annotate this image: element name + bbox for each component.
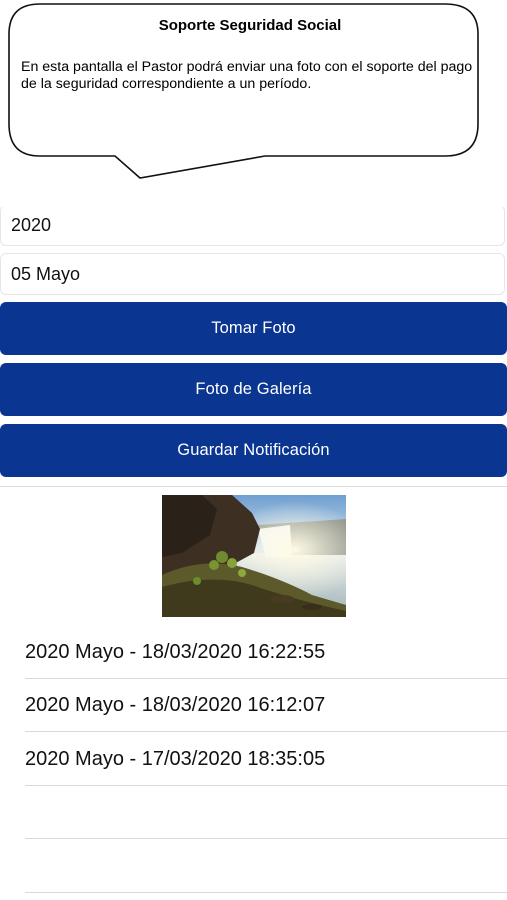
selected-photo-thumbnail (162, 495, 346, 617)
notification-item[interactable] (25, 840, 507, 893)
divider (0, 486, 507, 487)
notification-item[interactable]: 2020 Mayo - 17/03/2020 18:35:05 (25, 733, 507, 786)
bubble-description: En esta pantalla el Pastor podrá enviar … (21, 59, 473, 92)
waterfall-landscape-photo-icon (162, 495, 346, 617)
year-field[interactable]: 2020 (0, 205, 505, 246)
notification-item[interactable]: 2020 Mayo - 18/03/2020 16:22:55 (25, 626, 507, 679)
notification-item[interactable] (25, 786, 507, 839)
gallery-photo-button[interactable]: Foto de Galería (0, 363, 507, 416)
take-photo-button[interactable]: Tomar Foto (0, 302, 507, 355)
bubble-title: Soporte Seguridad Social (158, 17, 342, 34)
save-notification-button[interactable]: Guardar Notificación (0, 424, 507, 477)
month-field[interactable]: 05 Mayo (0, 253, 505, 295)
notification-item[interactable]: 2020 Mayo - 18/03/2020 16:12:07 (25, 679, 507, 732)
